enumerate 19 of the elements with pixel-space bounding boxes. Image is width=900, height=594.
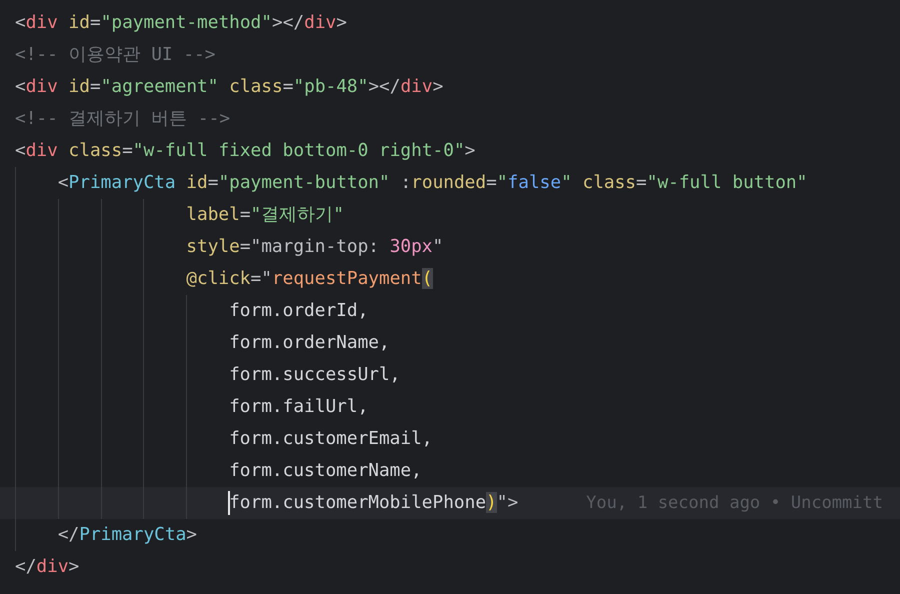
code-line: @click="requestPayment( (185, 267, 433, 291)
code-line: form.successUrl, (228, 363, 400, 387)
code-line: <div id="payment-method"></div> (15, 11, 347, 35)
code-line: form.failUrl, (228, 395, 368, 419)
code-line: <!-- 이용약관 UI --> (15, 43, 216, 67)
code-line: </div> (15, 555, 80, 579)
text-cursor (228, 491, 230, 515)
code-line: style="margin-top: 30px" (185, 235, 444, 259)
code-line: form.customerEmail, (228, 427, 433, 451)
code-line: <div class="w-full fixed bottom-0 right-0"> (15, 139, 476, 163)
code-line: </PrimaryCta> (56, 523, 198, 547)
code-line: form.customerName, (228, 459, 422, 483)
code-line: form.customerMobilePhone)"> (228, 491, 518, 515)
code-line: <!-- 결제하기 버튼 --> (15, 107, 230, 131)
code-line: form.orderName, (228, 331, 390, 355)
code-line: <div id="agreement" class="pb-48"></div> (15, 75, 444, 99)
code-line: label="결제하기" (185, 203, 344, 227)
code-line: <PrimaryCta id="payment-button" :rounded="false" class="w-full button" (56, 171, 808, 195)
code-line: form.orderId, (228, 299, 368, 323)
